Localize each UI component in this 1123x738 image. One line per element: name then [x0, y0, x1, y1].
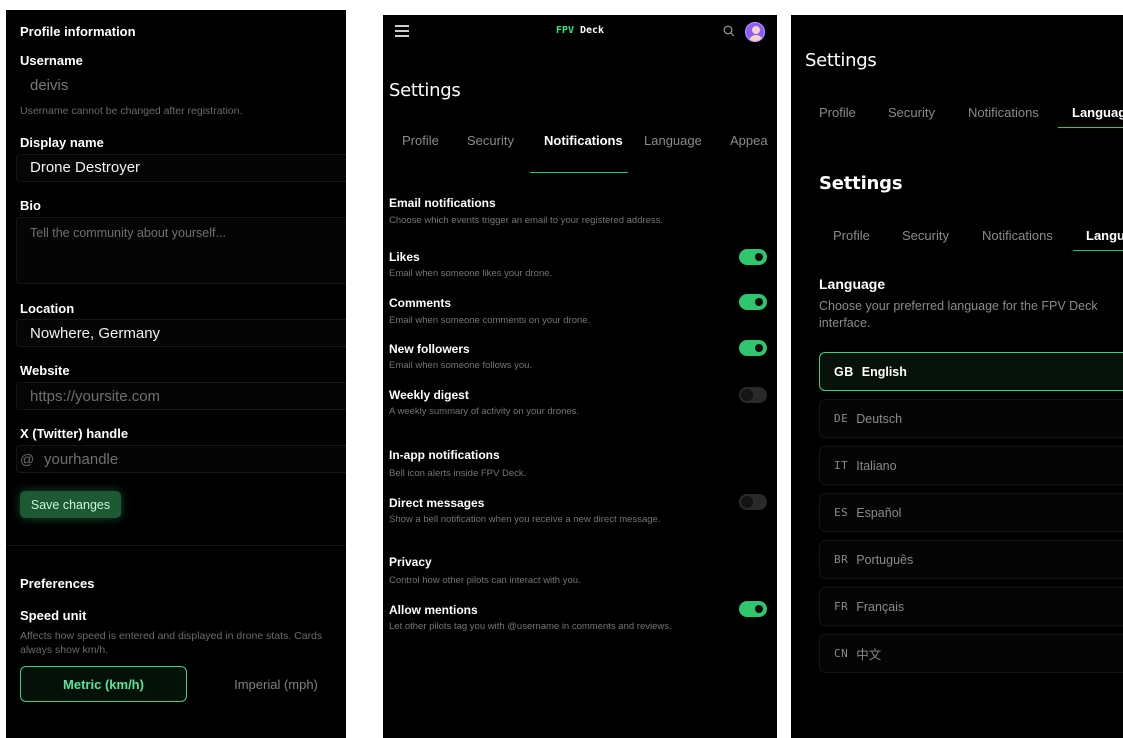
flag-code: GB — [834, 364, 854, 379]
language-name: Deutsch — [856, 411, 903, 426]
app-brand[interactable]: FPV Deck — [383, 25, 777, 36]
language-description: Choose your preferred language for the F… — [819, 299, 1098, 330]
section-divider — [6, 545, 346, 546]
flag-code: BR — [834, 553, 849, 566]
language-option-francais[interactable]: FR Français — [819, 587, 1123, 626]
user-avatar[interactable] — [745, 22, 765, 42]
language-panel: Settings Profile Security Notifications … — [791, 15, 1123, 738]
email-notifications-subtitle: Choose which events trigger an email to … — [389, 215, 664, 226]
language-option-english[interactable]: GB English — [819, 352, 1123, 391]
website-placeholder: https://yoursite.com — [30, 388, 161, 405]
display-name-label: Display name — [20, 135, 104, 150]
outer-tab-notifications[interactable]: Notifications — [968, 105, 1039, 120]
language-option-espanol[interactable]: ES Español — [819, 493, 1123, 532]
flag-code: DE — [834, 412, 849, 425]
bio-placeholder: Tell the community about yourself... — [30, 226, 226, 240]
language-option-portugues[interactable]: BR Português — [819, 540, 1123, 579]
username-help: Username cannot be changed after registr… — [20, 105, 243, 117]
speed-unit-label: Speed unit — [20, 608, 87, 623]
active-tab-indicator — [530, 172, 628, 173]
profile-information-heading: Profile information — [20, 24, 136, 39]
language-name: Português — [856, 552, 914, 567]
new-followers-toggle[interactable] — [739, 340, 767, 356]
likes-title: Likes — [389, 250, 420, 264]
outer-page-title: Settings — [805, 50, 877, 71]
language-name: Français — [856, 599, 905, 614]
language-option-italiano[interactable]: IT Italiano — [819, 446, 1123, 485]
email-notifications-heading: Email notifications — [389, 196, 496, 210]
flag-code: ES — [834, 506, 849, 519]
weekly-digest-title: Weekly digest — [389, 388, 469, 402]
inner-tab-security[interactable]: Security — [902, 228, 949, 243]
flag-code: FR — [834, 600, 849, 613]
direct-messages-toggle[interactable] — [739, 494, 767, 510]
username-value: deivis — [30, 77, 69, 94]
twitter-placeholder: yourhandle — [44, 451, 119, 468]
language-name: 中文 — [856, 648, 882, 662]
inapp-notifications-subtitle: Bell icon alerts inside FPV Deck. — [389, 468, 527, 479]
likes-toggle[interactable] — [739, 249, 767, 265]
inapp-notifications-heading: In-app notifications — [389, 448, 500, 462]
new-followers-title: New followers — [389, 342, 470, 356]
allow-mentions-toggle[interactable] — [739, 601, 767, 617]
allow-mentions-title: Allow mentions — [389, 603, 478, 617]
at-prefix: @ — [20, 451, 35, 467]
direct-messages-title: Direct messages — [389, 496, 485, 510]
tab-profile[interactable]: Profile — [402, 133, 439, 148]
tab-security[interactable]: Security — [467, 133, 514, 148]
language-option-deutsch[interactable]: DE Deutsch — [819, 399, 1123, 438]
language-option-chinese[interactable]: CN 中文 — [819, 634, 1123, 673]
search-icon[interactable] — [723, 25, 735, 37]
language-heading: Language — [819, 276, 886, 292]
brand-suffix: Deck — [573, 25, 605, 36]
profile-panel: Profile information Username deivis User… — [6, 10, 346, 738]
location-label: Location — [20, 301, 75, 316]
inner-active-tab-indicator — [1073, 250, 1123, 251]
tab-appearance[interactable]: Appea — [730, 133, 768, 148]
outer-active-tab-indicator — [1058, 127, 1123, 128]
username-label: Username — [20, 53, 83, 68]
inner-tab-profile[interactable]: Profile — [833, 228, 870, 243]
speed-unit-help-line2: always show km/h. — [20, 644, 109, 656]
twitter-label: X (Twitter) handle — [20, 426, 129, 441]
notifications-panel: FPV Deck Settings Profile Security Notif… — [383, 15, 777, 738]
direct-messages-subtitle: Show a bell notification when you receiv… — [389, 514, 661, 525]
save-changes-button[interactable]: Save changes — [20, 491, 121, 518]
inner-tab-notifications[interactable]: Notifications — [982, 228, 1053, 243]
flag-code: CN — [834, 647, 849, 660]
allow-mentions-subtitle: Let other pilots tag you with @username … — [389, 621, 672, 632]
likes-subtitle: Email when someone likes your drone. — [389, 268, 553, 279]
preferences-heading: Preferences — [20, 576, 95, 591]
privacy-subtitle: Control how other pilots can interact wi… — [389, 575, 581, 586]
outer-tab-profile[interactable]: Profile — [819, 105, 856, 120]
brand-prefix: FPV — [555, 25, 574, 36]
inner-page-title: Settings — [819, 173, 903, 194]
outer-tab-language[interactable]: Languag — [1072, 105, 1123, 120]
display-name-value: Drone Destroyer — [30, 159, 141, 176]
language-name: English — [861, 364, 907, 379]
location-value: Nowhere, Germany — [30, 325, 161, 342]
comments-title: Comments — [389, 296, 452, 310]
language-name: Italiano — [856, 458, 897, 473]
tab-language[interactable]: Language — [644, 133, 702, 148]
flag-code: IT — [834, 459, 849, 472]
website-label: Website — [20, 363, 70, 378]
language-name: Español — [856, 505, 902, 520]
speed-metric-option[interactable]: Metric (km/h) — [20, 666, 187, 702]
outer-tab-security[interactable]: Security — [888, 105, 935, 120]
privacy-heading: Privacy — [389, 555, 432, 569]
bio-label: Bio — [20, 198, 41, 213]
speed-unit-help-line1: Affects how speed is entered and display… — [20, 630, 323, 642]
weekly-digest-subtitle: A weekly summary of activity on your dro… — [389, 406, 580, 417]
weekly-digest-toggle[interactable] — [739, 387, 767, 403]
inner-tab-language[interactable]: Langu — [1086, 228, 1123, 243]
tab-notifications[interactable]: Notifications — [544, 133, 623, 148]
new-followers-subtitle: Email when someone follows you. — [389, 360, 533, 371]
comments-subtitle: Email when someone comments on your dron… — [389, 315, 591, 326]
comments-toggle[interactable] — [739, 294, 767, 310]
speed-imperial-option[interactable]: Imperial (mph) — [196, 666, 346, 702]
page-title: Settings — [389, 80, 461, 101]
